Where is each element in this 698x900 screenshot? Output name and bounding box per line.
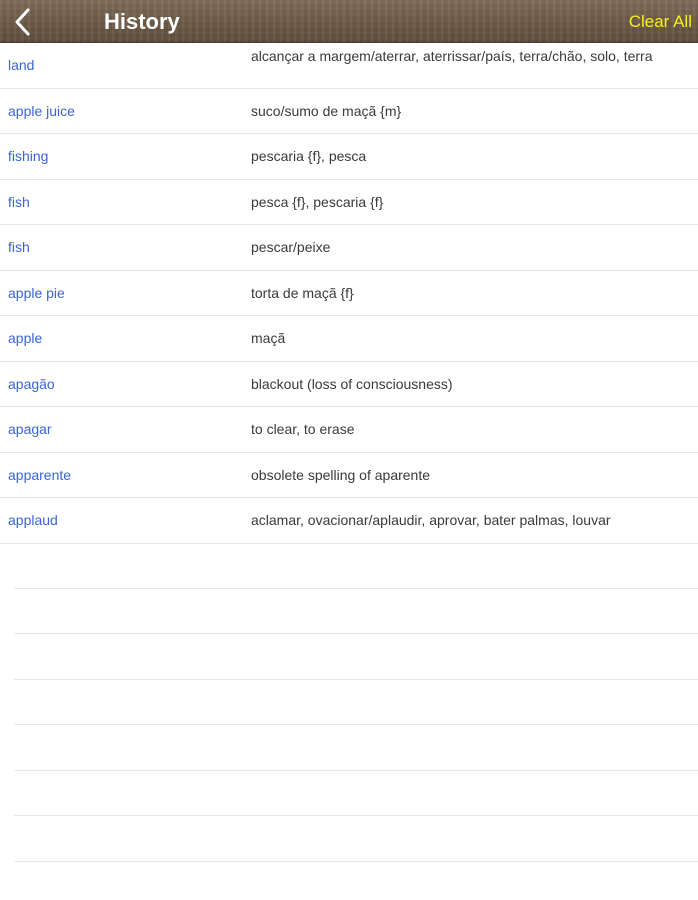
- history-term: fishing: [8, 148, 49, 164]
- history-row[interactable]: fish pesca {f}, pescaria {f}: [0, 180, 698, 225]
- empty-row-separator: [14, 589, 698, 634]
- history-term: apple juice: [8, 102, 75, 119]
- history-term: apple pie: [8, 284, 65, 301]
- history-definition: aclamar, ovacionar/aplaudir, aprovar, ba…: [251, 512, 611, 528]
- page-title: History: [104, 9, 180, 34]
- history-row[interactable]: fish pescar/peixe: [0, 225, 698, 271]
- history-definition: to clear, to erase: [251, 421, 355, 437]
- clear-all-button[interactable]: Clear All: [629, 11, 692, 33]
- empty-row-separator: [14, 771, 698, 816]
- history-term: apagar: [8, 421, 52, 437]
- history-row[interactable]: apple pie torta de maçã {f}: [0, 271, 698, 316]
- history-row[interactable]: apple juice suco/sumo de maçã {m}: [0, 89, 698, 134]
- history-term: applaud: [8, 512, 58, 528]
- history-definition: blackout (loss of consciousness): [251, 375, 453, 392]
- history-row[interactable]: land alcançar a margem/aterrar, aterriss…: [0, 43, 698, 89]
- history-definition: suco/sumo de maçã {m}: [251, 102, 402, 119]
- history-row[interactable]: apple maçã: [0, 316, 698, 362]
- history-definition: obsolete spelling of aparente: [251, 466, 431, 483]
- history-row[interactable]: fishing pescaria {f}, pesca: [0, 134, 698, 180]
- history-term: apple: [8, 330, 43, 346]
- empty-row-separator: [14, 543, 698, 589]
- history-term: apparente: [8, 466, 72, 483]
- history-row[interactable]: apagar to clear, to erase: [0, 407, 698, 453]
- back-button[interactable]: [8, 6, 38, 38]
- history-definition: maçã: [251, 330, 286, 346]
- empty-row-separator: [14, 725, 698, 771]
- chevron-left-icon: [15, 8, 30, 36]
- empty-row-separator: [14, 816, 698, 862]
- empty-row-separator: [14, 634, 698, 680]
- history-term: apagão: [8, 375, 55, 392]
- history-row[interactable]: apagão blackout (loss of consciousness): [0, 362, 698, 407]
- empty-list-area: [0, 543, 698, 862]
- history-definition: pescaria {f}, pesca: [251, 148, 367, 164]
- navigation-bar: History Clear All: [0, 0, 698, 43]
- history-definition: alcançar a margem/aterrar, aterrissar/pa…: [251, 48, 653, 64]
- history-definition: pescar/peixe: [251, 239, 331, 255]
- empty-row-separator: [14, 680, 698, 725]
- history-term: fish: [8, 239, 30, 255]
- history-definition: torta de maçã {f}: [251, 284, 354, 301]
- history-row[interactable]: apparente obsolete spelling of aparente: [0, 453, 698, 498]
- history-row[interactable]: applaud aclamar, ovacionar/aplaudir, apr…: [0, 498, 698, 544]
- history-term: land: [8, 57, 35, 73]
- history-definition: pesca {f}, pescaria {f}: [251, 193, 384, 210]
- history-list: land alcançar a margem/aterrar, aterriss…: [0, 43, 698, 544]
- history-term: fish: [8, 193, 30, 210]
